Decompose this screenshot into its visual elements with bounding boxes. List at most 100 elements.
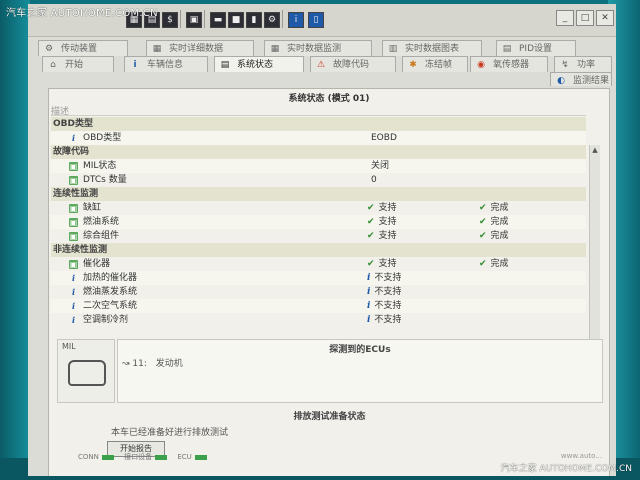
check-icon: ✔ bbox=[367, 203, 375, 213]
support-text: 支持 bbox=[378, 203, 397, 213]
tab-label: 开始 bbox=[65, 60, 84, 70]
row-label: 加热的催化器 bbox=[83, 273, 138, 283]
status-row[interactable]: ▣ MIL状态 关闭 bbox=[51, 159, 586, 173]
tab-vehicle-info[interactable]: i 车辆信息 bbox=[124, 56, 208, 72]
support-cell: i 不支持 bbox=[367, 299, 401, 313]
watermark-top: 汽车之家 AUTOHOME.COM.CN bbox=[6, 8, 158, 19]
tab-system-status[interactable]: ▤ 系统状态 bbox=[214, 56, 304, 72]
monitor-bezel-left bbox=[0, 0, 30, 480]
tab-oxygen-sensor[interactable]: ◉ 氧传感器 bbox=[470, 56, 548, 72]
status-text: 完成 bbox=[490, 259, 509, 269]
status-cell: ✔ 完成 bbox=[479, 257, 509, 271]
money-icon[interactable]: $ bbox=[162, 12, 178, 28]
minimize-button[interactable]: _ bbox=[556, 10, 574, 26]
toolbar-separator bbox=[204, 10, 205, 28]
monitor-ok-icon: ▣ bbox=[69, 176, 78, 185]
phone-icon[interactable]: ▮ bbox=[246, 12, 262, 28]
tab-power[interactable]: ↯ 功率 bbox=[554, 56, 612, 72]
power-icon: ↯ bbox=[561, 60, 569, 70]
row-value: 0 bbox=[371, 175, 377, 185]
tab-monitor-results[interactable]: ◐ 监测结果 bbox=[550, 72, 612, 86]
status-row[interactable]: ▣ 缺缸 ✔ 支持 ✔ 完成 bbox=[51, 201, 586, 215]
home-icon: ⌂ bbox=[50, 60, 56, 70]
grid-icon: ▦ bbox=[152, 44, 162, 54]
report-icon[interactable]: ▣ bbox=[186, 12, 202, 28]
support-cell: i 不支持 bbox=[367, 271, 401, 285]
section-label: 连续性监测 bbox=[53, 189, 99, 199]
maximize-button[interactable]: □ bbox=[576, 10, 594, 26]
status-icon: ▤ bbox=[220, 60, 230, 70]
mil-label: MIL bbox=[62, 342, 76, 351]
status-row[interactable]: i OBD类型 EOBD bbox=[51, 131, 586, 145]
tab-pid-settings[interactable]: ▤ PID设置 bbox=[496, 40, 576, 56]
status-row[interactable]: i 燃油蒸发系统 i 不支持 bbox=[51, 285, 586, 299]
row-label: 燃油蒸发系统 bbox=[83, 287, 138, 297]
status-cell: ✔ 完成 bbox=[479, 201, 509, 215]
tab-transmission[interactable]: ⚙ 传动装置 bbox=[38, 40, 128, 56]
support-cell: ✔ 支持 bbox=[367, 229, 397, 243]
row-value: 关闭 bbox=[371, 161, 390, 171]
close-button[interactable]: ✕ bbox=[596, 10, 614, 26]
engine-icon bbox=[68, 360, 106, 386]
row-label: 催化器 bbox=[83, 259, 111, 269]
tab-live-detail[interactable]: ▦ 实时详细数据 bbox=[146, 40, 254, 56]
status-text: 完成 bbox=[490, 203, 509, 213]
status-row[interactable]: ▣ DTCs 数量 0 bbox=[51, 173, 586, 187]
info-icon: i bbox=[71, 287, 76, 297]
monitor-ok-icon: ▣ bbox=[69, 260, 78, 269]
scroll-up-icon[interactable]: ▲ bbox=[590, 145, 600, 155]
settings-icon[interactable]: ⚙ bbox=[264, 12, 280, 28]
tab-live-monitor[interactable]: ▦ 实时数据监测 bbox=[264, 40, 372, 56]
tab-label: 实时详细数据 bbox=[169, 44, 224, 54]
tab-label: 冻结帧 bbox=[425, 60, 453, 70]
info-icon: i bbox=[367, 287, 371, 297]
grid-header: 描述 bbox=[51, 103, 586, 117]
status-cell: ✔ 完成 bbox=[479, 215, 509, 229]
check-icon: ✔ bbox=[367, 231, 375, 241]
tab-label: 故障代码 bbox=[333, 60, 370, 70]
check-icon: ✔ bbox=[479, 203, 487, 213]
row-label: OBD类型 bbox=[83, 133, 122, 143]
ecu-icon: ↝ bbox=[122, 359, 133, 369]
row-label: DTCs 数量 bbox=[83, 175, 127, 185]
monitor-ok-icon: ▣ bbox=[69, 232, 78, 241]
tab-label: 实时数据监测 bbox=[287, 44, 342, 54]
status-row[interactable]: i 二次空气系统 i 不支持 bbox=[51, 299, 586, 313]
terminal-icon[interactable]: ■ bbox=[228, 12, 244, 28]
emission-status-text: 本车已经准备好进行排放测试 bbox=[111, 428, 229, 438]
status-row[interactable]: i 空调制冷剂 i 不支持 bbox=[51, 313, 586, 327]
check-icon: ✔ bbox=[479, 259, 487, 269]
section-label: 故障代码 bbox=[53, 147, 90, 157]
help-icon[interactable]: i bbox=[288, 12, 304, 28]
tab-trouble-codes[interactable]: ⚠ 故障代码 bbox=[310, 56, 396, 72]
status-row[interactable]: ▣ 燃油系统 ✔ 支持 ✔ 完成 bbox=[51, 215, 586, 229]
info-icon: i bbox=[367, 301, 371, 311]
monitor-icon[interactable]: ▬ bbox=[210, 12, 226, 28]
settings-icon: ▤ bbox=[502, 44, 512, 54]
support-cell: ✔ 支持 bbox=[367, 257, 397, 271]
snowflake-icon: ✱ bbox=[409, 60, 417, 70]
status-row[interactable]: ▣ 催化器 ✔ 支持 ✔ 完成 bbox=[51, 257, 586, 271]
row-label: 综合组件 bbox=[83, 231, 120, 241]
status-row[interactable]: ▣ 综合组件 ✔ 支持 ✔ 完成 bbox=[51, 229, 586, 243]
support-text: 不支持 bbox=[374, 301, 402, 311]
tab-label: 实时数据图表 bbox=[405, 44, 460, 54]
tab-live-chart[interactable]: ▥ 实时数据图表 bbox=[382, 40, 482, 56]
results-icon: ◐ bbox=[557, 76, 565, 86]
info-icon: i bbox=[133, 60, 137, 70]
row-label: 二次空气系统 bbox=[83, 301, 138, 311]
support-text: 不支持 bbox=[374, 315, 402, 325]
vertical-scrollbar[interactable]: ▲ ▼ bbox=[589, 145, 600, 357]
tab-freeze-frame[interactable]: ✱ 冻结帧 bbox=[402, 56, 468, 72]
tab-label: 氧传感器 bbox=[493, 60, 530, 70]
tab-label: 系统状态 bbox=[237, 60, 274, 70]
section-header: OBD类型 bbox=[51, 117, 586, 131]
status-row[interactable]: i 加热的催化器 i 不支持 bbox=[51, 271, 586, 285]
app-window: ▦ ▤ $ ▣ ▬ ■ ▮ ⚙ i ▯ _ □ ✕ ⚙ 传动装置 ▦ 实时详细数… bbox=[28, 4, 616, 476]
check-icon: ✔ bbox=[367, 217, 375, 227]
section-label: OBD类型 bbox=[53, 119, 93, 129]
tab-start[interactable]: ⌂ 开始 bbox=[42, 56, 114, 72]
exit-icon[interactable]: ▯ bbox=[308, 12, 324, 28]
row-label: MIL状态 bbox=[83, 161, 117, 171]
support-text: 不支持 bbox=[374, 273, 402, 283]
